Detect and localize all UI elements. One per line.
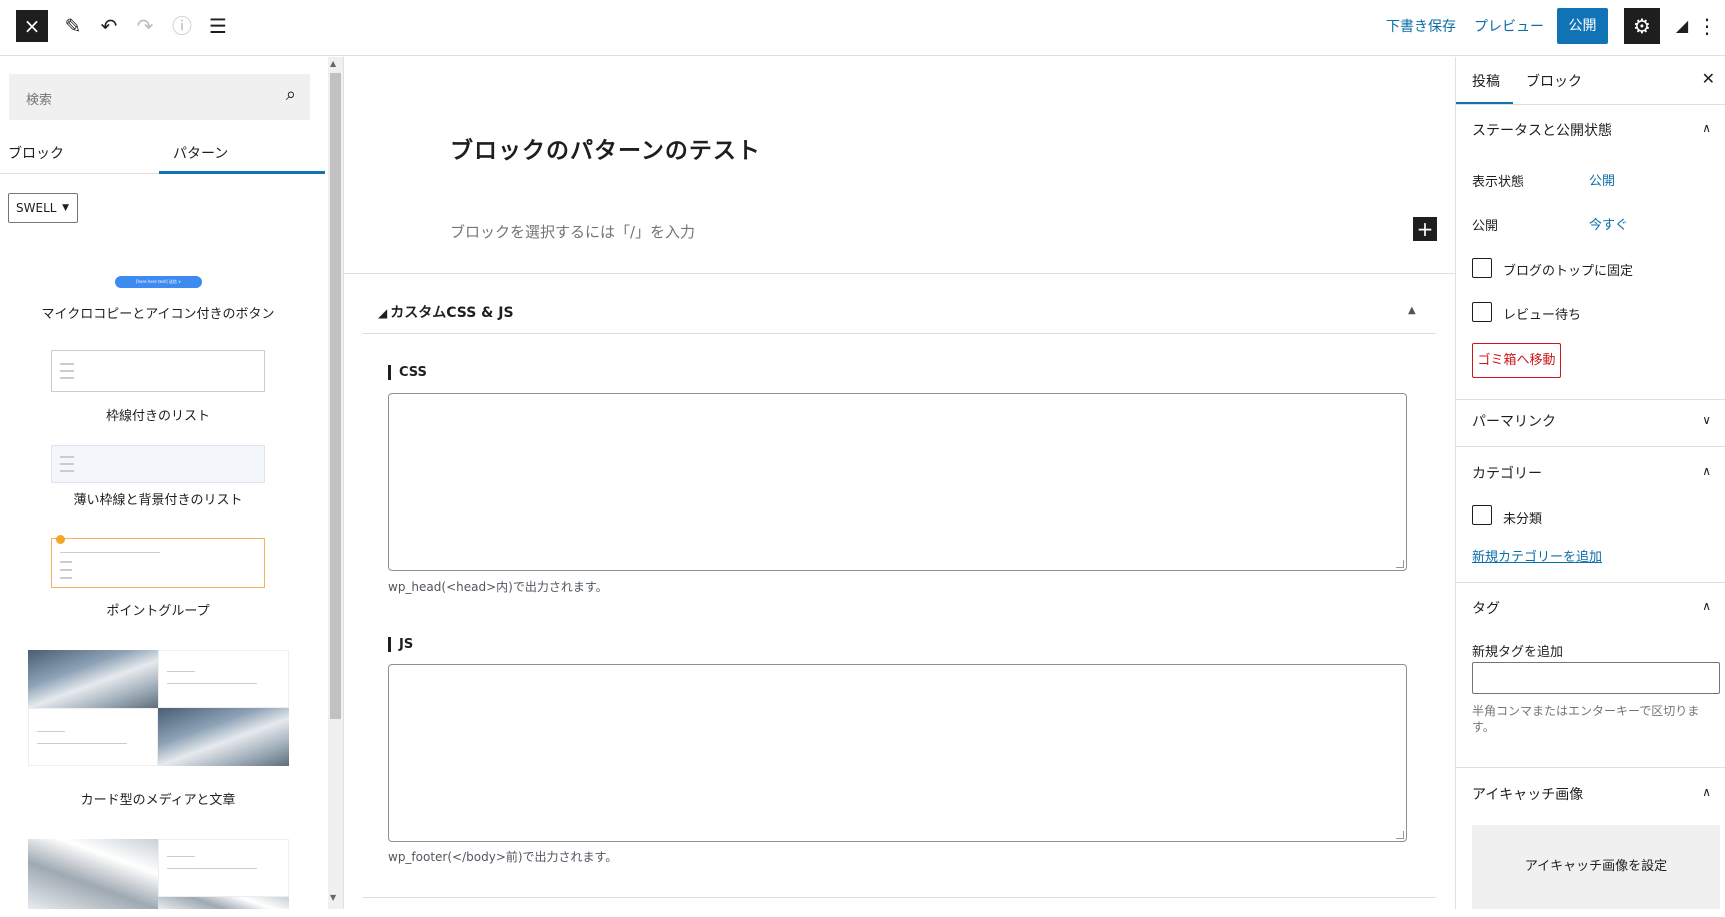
settings-icon[interactable]: ⚙ — [1624, 8, 1660, 44]
active-tab-indicator — [159, 171, 325, 174]
pattern-label: カード型のメディアと文章 — [80, 793, 236, 808]
save-draft-button[interactable]: 下書き保存 — [1386, 16, 1456, 36]
pattern-preview-image — [158, 708, 289, 766]
category-checkbox[interactable] — [1472, 505, 1492, 525]
search-input[interactable]: 検索 ⌕ — [9, 74, 310, 120]
chevron-up-icon[interactable]: ∧ — [1702, 599, 1711, 613]
tag-help-text: 半角コンマまたはエンターキーで区切ります。 — [1472, 704, 1700, 734]
pattern-category-value: SWELL — [16, 201, 57, 215]
meta-box-footer-line — [363, 897, 1436, 898]
collapse-caret-icon[interactable]: ▲ — [1408, 305, 1416, 316]
pattern-label: 薄い枠線と背景付きのリスト — [73, 493, 243, 508]
pending-review-label: レビュー待ち — [1503, 308, 1582, 323]
js-label: JS — [388, 637, 413, 652]
chevron-up-icon[interactable]: ∧ — [1702, 121, 1711, 135]
meta-box-title[interactable]: ◢ カスタムCSS & JS — [378, 302, 514, 322]
block-placeholder[interactable]: ブロックを選択するには「/」を入力 — [450, 221, 695, 242]
tag-input[interactable] — [1472, 662, 1720, 694]
scroll-up-icon[interactable]: ▲ — [330, 59, 336, 68]
more-options-icon[interactable]: ⋮ — [1697, 12, 1717, 40]
publish-button[interactable]: 公開 — [1557, 8, 1608, 44]
resize-handle[interactable] — [1396, 560, 1404, 568]
category-label: 未分類 — [1503, 512, 1543, 527]
chevron-down-icon: ▼ — [62, 203, 69, 213]
panel-title-tags[interactable]: タグ — [1472, 598, 1500, 618]
meta-box-divider — [344, 273, 1455, 274]
scrollbar-thumb[interactable] — [330, 73, 341, 719]
add-tag-label: 新規タグを追加 — [1472, 645, 1564, 660]
pattern-label: マイクロコピーとアイコン付きのボタン — [41, 307, 275, 322]
chevron-up-icon[interactable]: ∧ — [1702, 464, 1711, 478]
block-inserter-panel: 検索 ⌕ ブロック パターン SWELL ▼ [here here text] … — [0, 57, 344, 909]
sticky-checkbox[interactable] — [1472, 258, 1492, 278]
undo-icon[interactable]: ↶ — [95, 12, 123, 40]
divider — [1456, 399, 1725, 400]
chevron-down-icon[interactable]: ∨ — [1702, 413, 1711, 427]
settings-sidebar: 投稿 ブロック ✕ ステータスと公開状態 ∧ 表示状態 公開 公開 今すぐ ブロ… — [1455, 57, 1725, 909]
post-title[interactable]: ブロックのパターンのテスト — [450, 131, 761, 165]
pattern-category-select[interactable]: SWELL ▼ — [8, 193, 78, 223]
panel-title-status[interactable]: ステータスと公開状態 — [1472, 120, 1612, 140]
panel-title-categories[interactable]: カテゴリー — [1472, 463, 1542, 483]
list-view-icon[interactable]: ☰ — [204, 12, 232, 40]
pattern-preview — [51, 350, 265, 392]
pattern-label: ポイントグループ — [106, 604, 210, 619]
chevron-up-icon[interactable]: ∧ — [1702, 785, 1711, 799]
tab-patterns[interactable]: パターン — [173, 143, 228, 163]
publish-label: 公開 — [1472, 219, 1499, 234]
swell-icon[interactable]: ◢ — [1668, 12, 1696, 40]
tab-blocks[interactable]: ブロック — [8, 143, 64, 163]
divider — [1456, 582, 1725, 583]
preview-button[interactable]: プレビュー — [1474, 16, 1544, 36]
info-icon[interactable]: ⓘ — [168, 12, 196, 40]
css-help-text: wp_head(<head>内)で出力されます。 — [388, 580, 608, 594]
swell-logo-icon: ◢ — [378, 306, 388, 320]
pattern-preview-button: [here here text] 送信 ∨ — [115, 276, 202, 288]
pen-icon[interactable]: ✎ — [59, 12, 87, 40]
pattern-preview-image — [28, 650, 158, 708]
close-icon[interactable]: × — [16, 10, 48, 42]
sticky-label: ブログのトップに固定 — [1503, 264, 1634, 279]
pattern-preview — [51, 535, 265, 588]
set-featured-image-button[interactable]: アイキャッチ画像を設定 — [1472, 825, 1720, 909]
js-help-text: wp_footer(</body>前)で出力されます。 — [388, 850, 618, 864]
pattern-preview-text — [158, 839, 289, 897]
pattern-preview — [51, 445, 265, 483]
close-icon[interactable]: ✕ — [1702, 69, 1715, 88]
pattern-preview-image — [28, 839, 158, 909]
css-textarea[interactable] — [388, 393, 1407, 571]
tab-block[interactable]: ブロック — [1526, 71, 1582, 91]
editor-canvas: ブロックのパターンのテスト ブロックを選択するには「/」を入力 + ◢ カスタムC… — [344, 57, 1455, 909]
pending-review-checkbox[interactable] — [1472, 302, 1492, 322]
divider — [1456, 767, 1725, 768]
pattern-preview-text — [28, 708, 158, 766]
search-icon: ⌕ — [285, 84, 296, 105]
divider — [1456, 104, 1725, 105]
tab-post[interactable]: 投稿 — [1472, 71, 1500, 91]
divider — [1456, 446, 1725, 447]
panel-title-featured-image[interactable]: アイキャッチ画像 — [1472, 784, 1583, 804]
pattern-preview-image — [158, 897, 289, 909]
resize-handle[interactable] — [1396, 831, 1404, 839]
search-placeholder: 検索 — [26, 93, 53, 108]
publish-time-value[interactable]: 今すぐ — [1589, 214, 1628, 233]
redo-icon[interactable]: ↷ — [131, 12, 159, 40]
add-category-link[interactable]: 新規カテゴリーを追加 — [1472, 546, 1602, 565]
css-label: CSS — [388, 365, 427, 380]
pattern-preview-text — [158, 650, 289, 708]
js-textarea[interactable] — [388, 664, 1407, 842]
top-toolbar: × ✎ ↶ ↷ ⓘ ☰ 下書き保存 プレビュー 公開 ⚙ ◢ ⋮ — [0, 0, 1725, 56]
scroll-down-icon[interactable]: ▼ — [330, 893, 336, 902]
add-block-icon[interactable]: + — [1413, 217, 1437, 241]
visibility-value[interactable]: 公開 — [1589, 170, 1615, 189]
meta-box-header-line — [363, 333, 1436, 334]
meta-box-title-text: カスタムCSS & JS — [390, 305, 514, 321]
move-to-trash-button[interactable]: ゴミ箱へ移動 — [1472, 343, 1561, 378]
visibility-label: 表示状態 — [1472, 175, 1525, 190]
panel-title-permalink[interactable]: パーマリンク — [1472, 411, 1556, 431]
pattern-label: 枠線付きのリスト — [105, 409, 210, 424]
